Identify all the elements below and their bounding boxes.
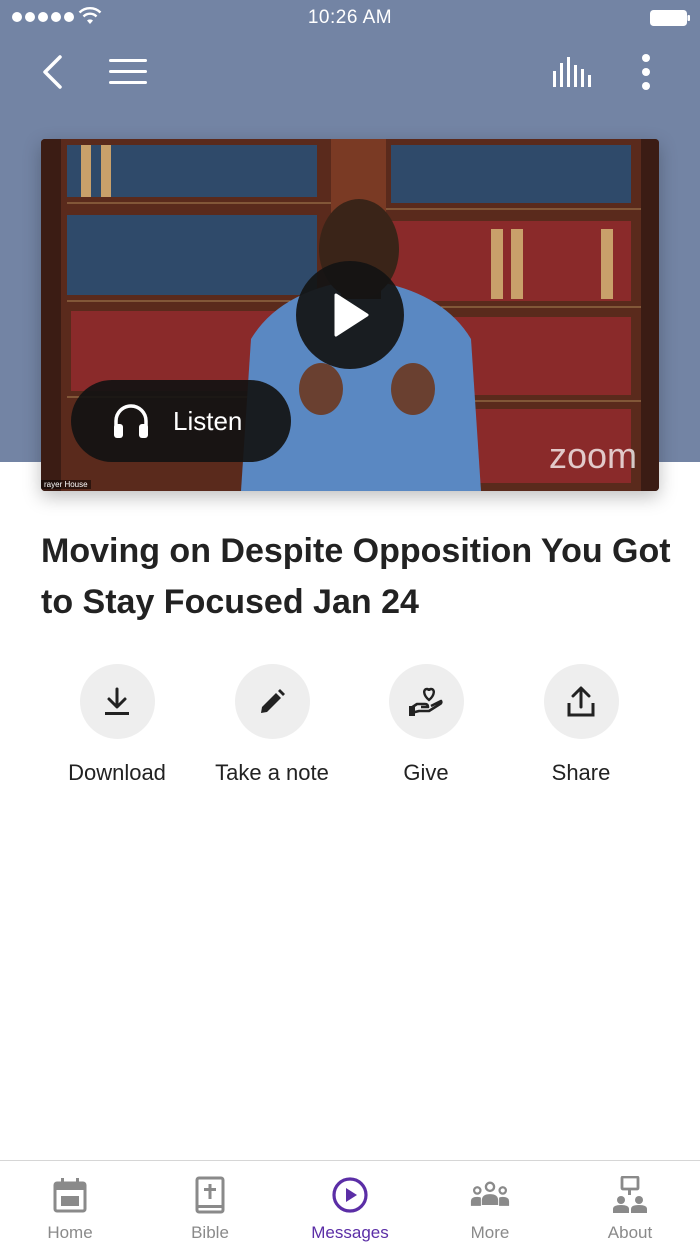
bible-icon xyxy=(195,1176,225,1214)
menu-button[interactable] xyxy=(104,50,152,94)
play-button[interactable] xyxy=(296,261,404,369)
status-time: 10:26 AM xyxy=(307,7,393,28)
give-label: Give xyxy=(403,760,449,785)
zoom-watermark: zoom xyxy=(548,435,637,476)
hamburger-icon xyxy=(109,59,147,84)
give-button[interactable]: Give xyxy=(351,664,501,786)
share-button[interactable]: Share xyxy=(506,664,656,786)
audio-bars-icon xyxy=(553,57,591,87)
play-circle-icon xyxy=(332,1177,368,1213)
more-options-button[interactable] xyxy=(626,50,666,94)
message-title: Moving on Despite Opposition You Got to … xyxy=(41,532,671,621)
headphones-icon xyxy=(114,404,148,438)
tab-more-label: More xyxy=(470,1223,510,1242)
share-icon xyxy=(567,686,595,716)
video-player[interactable]: Listen zoom rayer House xyxy=(41,139,659,491)
tab-messages-label: Messages xyxy=(311,1223,389,1242)
tab-bible-label: Bible xyxy=(191,1223,229,1242)
chevron-left-icon xyxy=(43,55,62,89)
take-note-label: Take a note xyxy=(215,760,329,785)
battery-icon xyxy=(650,10,690,26)
tab-home[interactable]: Home xyxy=(0,1161,140,1244)
take-note-button[interactable]: Take a note xyxy=(197,664,347,786)
action-row: Download Take a note Give Share xyxy=(40,664,660,794)
download-icon xyxy=(105,687,129,715)
people-icon xyxy=(470,1181,510,1206)
back-button[interactable] xyxy=(30,50,74,94)
tab-messages[interactable]: Messages xyxy=(280,1161,420,1244)
tab-bar: Home Bible Messages More About xyxy=(0,1160,700,1244)
give-icon xyxy=(409,687,443,716)
kebab-icon xyxy=(642,54,650,90)
tab-home-label: Home xyxy=(47,1223,93,1242)
audio-button[interactable] xyxy=(548,50,596,94)
download-button[interactable]: Download xyxy=(42,664,192,786)
status-bar: 10:26 AM xyxy=(0,0,700,36)
pencil-icon xyxy=(261,688,285,713)
tab-more[interactable]: More xyxy=(420,1161,560,1244)
share-label: Share xyxy=(551,760,611,785)
calendar-icon xyxy=(53,1178,87,1213)
tab-about-label: About xyxy=(607,1223,653,1242)
video-corner-tag: rayer House xyxy=(41,480,91,489)
listen-label: Listen xyxy=(173,405,243,436)
org-icon xyxy=(613,1176,647,1213)
download-label: Download xyxy=(68,760,166,785)
tab-bible[interactable]: Bible xyxy=(140,1161,280,1244)
play-icon xyxy=(334,293,369,337)
listen-button[interactable]: Listen xyxy=(71,380,291,462)
tab-about[interactable]: About xyxy=(560,1161,700,1244)
